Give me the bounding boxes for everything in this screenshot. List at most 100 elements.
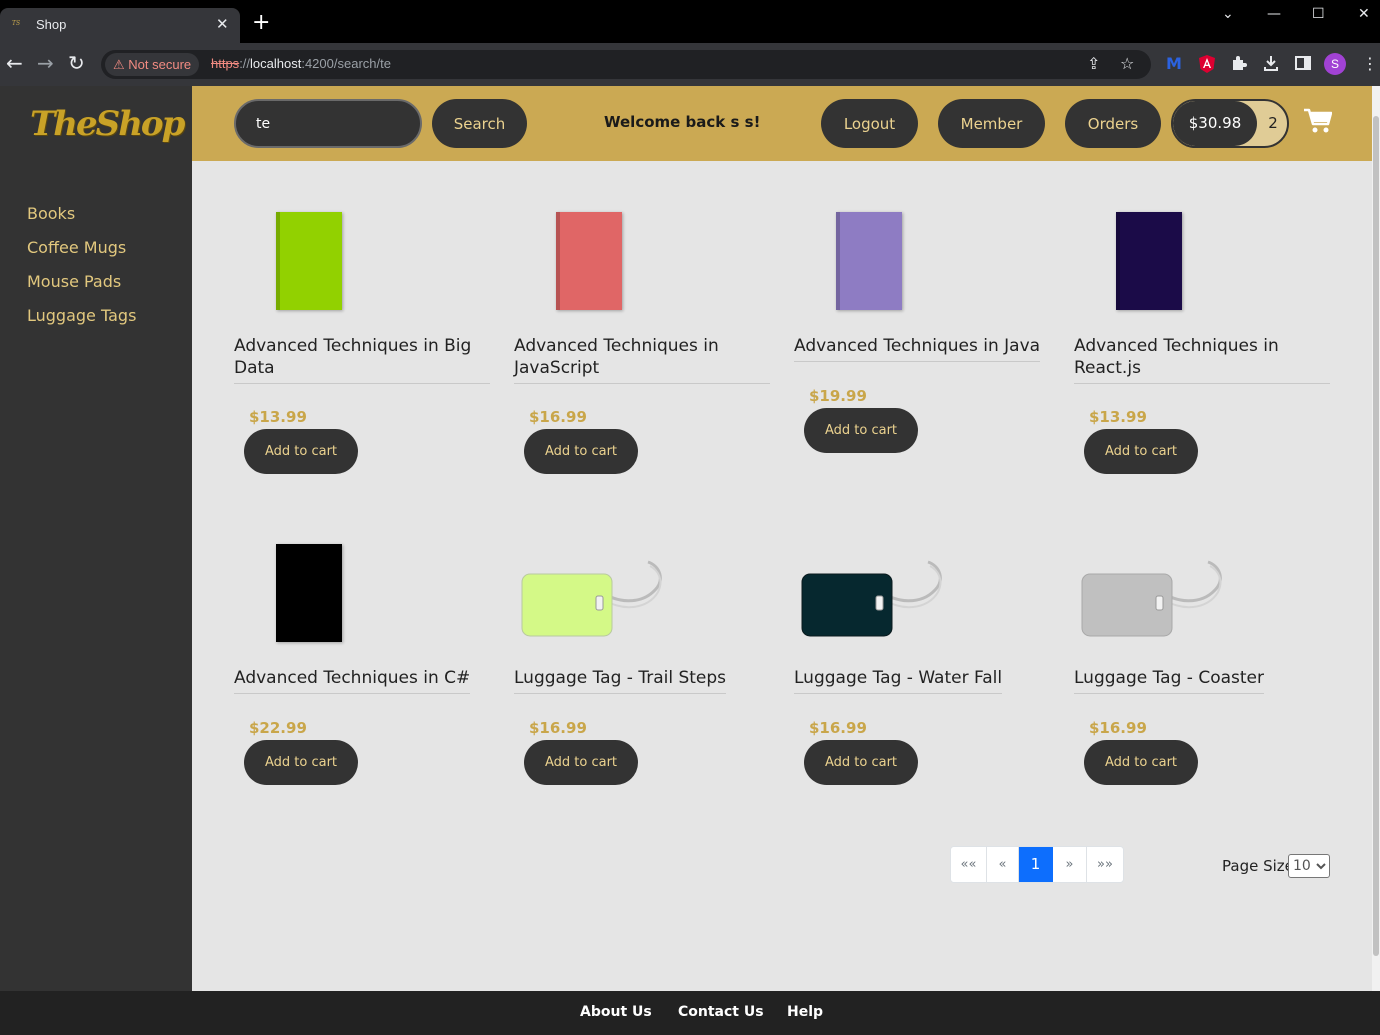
- browser-tab[interactable]: TS Shop ✕: [0, 8, 240, 43]
- tab-close-icon[interactable]: ✕: [216, 15, 229, 33]
- extension-m-icon[interactable]: M: [1166, 55, 1182, 73]
- profile-avatar[interactable]: S: [1324, 53, 1346, 75]
- pagination: «« « 1 » »»: [950, 846, 1124, 883]
- product-name-line: Data: [234, 358, 275, 378]
- favicon-icon: TS: [12, 20, 21, 27]
- product-name-line: JavaScript: [514, 358, 600, 378]
- product-name[interactable]: Advanced Techniques in C#: [234, 667, 471, 694]
- omnibox[interactable]: ⚠ Not secure https://localhost:4200/sear…: [101, 50, 1151, 79]
- back-icon[interactable]: ←: [6, 53, 23, 73]
- luggage-tag-icon: [801, 560, 942, 637]
- cart-summary[interactable]: $30.98 2: [1171, 99, 1289, 148]
- product-name-line: Luggage Tag - Trail Steps: [514, 668, 727, 688]
- page-size-label: Page Size: [1222, 857, 1294, 875]
- footer-contact-link[interactable]: Contact Us: [678, 1004, 764, 1020]
- product-image[interactable]: [234, 212, 490, 322]
- product-image[interactable]: [1074, 212, 1330, 322]
- logout-button[interactable]: Logout: [821, 99, 918, 148]
- product-name[interactable]: Advanced Techniques in Big Data: [234, 335, 490, 384]
- url-text[interactable]: https://localhost:4200/search/te: [211, 56, 391, 71]
- product-name[interactable]: Luggage Tag - Trail Steps: [514, 667, 727, 694]
- product-name-line: Advanced Techniques in Java: [794, 336, 1041, 356]
- product-price: $13.99: [1089, 408, 1147, 426]
- product-name-line: Luggage Tag - Water Fall: [794, 668, 1003, 688]
- angular-extension-icon[interactable]: [1199, 55, 1215, 77]
- add-to-cart-button[interactable]: Add to cart: [804, 408, 918, 453]
- search-button[interactable]: Search: [432, 99, 527, 148]
- url-path: :4200/search/te: [301, 56, 391, 71]
- add-to-cart-button[interactable]: Add to cart: [1084, 429, 1198, 474]
- product-name-line: Advanced Techniques in Big: [234, 336, 472, 356]
- product-image[interactable]: [234, 544, 490, 654]
- add-to-cart-button[interactable]: Add to cart: [524, 429, 638, 474]
- shop-logo[interactable]: TheShop: [30, 104, 185, 144]
- search-input[interactable]: [234, 99, 422, 148]
- url-host: localhost: [250, 56, 302, 71]
- product-name-line: Advanced Techniques in: [1074, 336, 1279, 356]
- pagination-next[interactable]: »: [1053, 847, 1087, 882]
- not-secure-badge[interactable]: ⚠ Not secure: [105, 53, 200, 76]
- page-size-select[interactable]: 10: [1288, 854, 1330, 878]
- product-name-line: Advanced Techniques in: [514, 336, 719, 356]
- add-to-cart-button[interactable]: Add to cart: [524, 740, 638, 785]
- url-separator: ://: [239, 56, 251, 71]
- product-image[interactable]: [794, 212, 1050, 322]
- sidebar-item-books[interactable]: Books: [27, 204, 75, 223]
- sidebar-item-coffee-mugs[interactable]: Coffee Mugs: [27, 238, 126, 257]
- product-name[interactable]: Advanced Techniques in Java: [794, 335, 1041, 362]
- book-cover-icon: [556, 212, 622, 310]
- book-cover-icon: [276, 544, 342, 642]
- product-image[interactable]: [514, 212, 770, 322]
- cart-total: $30.98: [1173, 101, 1257, 146]
- footer: About Us Contact Us Help: [0, 991, 1380, 1035]
- browser-tab-bar: TS Shop ✕ + ⌄ — ☐ ✕: [0, 0, 1380, 43]
- reload-icon[interactable]: ↻: [68, 53, 85, 73]
- product-image[interactable]: [514, 544, 770, 654]
- browser-menu-icon[interactable]: ⋮: [1362, 55, 1378, 73]
- member-button[interactable]: Member: [938, 99, 1045, 148]
- pagination-prev[interactable]: «: [987, 847, 1019, 882]
- product-image[interactable]: [1074, 544, 1330, 654]
- orders-button[interactable]: Orders: [1065, 99, 1161, 148]
- pagination-last[interactable]: »»: [1087, 847, 1123, 882]
- book-cover-icon: [836, 212, 902, 310]
- footer-help-link[interactable]: Help: [787, 1004, 823, 1020]
- downloads-icon[interactable]: [1263, 55, 1279, 75]
- product-name[interactable]: Advanced Techniques in React.js: [1074, 335, 1330, 384]
- window-close-icon[interactable]: ✕: [1358, 6, 1370, 22]
- tab-search-icon[interactable]: ⌄: [1222, 6, 1234, 22]
- bookmark-star-icon[interactable]: ☆: [1120, 54, 1134, 73]
- product-price: $16.99: [809, 719, 867, 737]
- footer-about-link[interactable]: About Us: [580, 1004, 652, 1020]
- add-to-cart-button[interactable]: Add to cart: [244, 740, 358, 785]
- scrollbar-thumb[interactable]: [1373, 116, 1379, 956]
- sidebar-item-mouse-pads[interactable]: Mouse Pads: [27, 272, 121, 291]
- add-to-cart-button[interactable]: Add to cart: [244, 429, 358, 474]
- new-tab-icon[interactable]: +: [252, 12, 270, 34]
- forward-icon[interactable]: →: [37, 53, 54, 73]
- product-price: $22.99: [249, 719, 307, 737]
- product-name[interactable]: Advanced Techniques in JavaScript: [514, 335, 770, 384]
- shopping-cart-icon[interactable]: [1304, 108, 1332, 134]
- pagination-first[interactable]: ««: [951, 847, 987, 882]
- book-cover-icon: [1116, 212, 1182, 310]
- share-icon[interactable]: ⇪: [1087, 54, 1100, 73]
- sidebar: TheShop Books Coffee Mugs Mouse Pads Lug…: [0, 86, 192, 991]
- product-name[interactable]: Luggage Tag - Water Fall: [794, 667, 1003, 694]
- tab-title: Shop: [36, 17, 67, 32]
- sidebar-item-luggage-tags[interactable]: Luggage Tags: [27, 306, 136, 325]
- extensions-puzzle-icon[interactable]: [1231, 55, 1247, 75]
- pagination-current-page[interactable]: 1: [1019, 847, 1053, 882]
- minimize-icon[interactable]: —: [1267, 6, 1281, 22]
- luggage-tag-icon: [521, 560, 662, 637]
- product-name[interactable]: Luggage Tag - Coaster: [1074, 667, 1264, 694]
- maximize-icon[interactable]: ☐: [1312, 6, 1325, 22]
- product-name-line: React.js: [1074, 358, 1141, 378]
- address-bar-row: ← → ↻ ⚠ Not secure https://localhost:420…: [0, 43, 1380, 86]
- add-to-cart-button[interactable]: Add to cart: [804, 740, 918, 785]
- side-panel-icon[interactable]: [1295, 55, 1311, 75]
- add-to-cart-button[interactable]: Add to cart: [1084, 740, 1198, 785]
- page-scrollbar[interactable]: [1372, 86, 1380, 991]
- book-cover-icon: [276, 212, 342, 310]
- product-image[interactable]: [794, 544, 1050, 654]
